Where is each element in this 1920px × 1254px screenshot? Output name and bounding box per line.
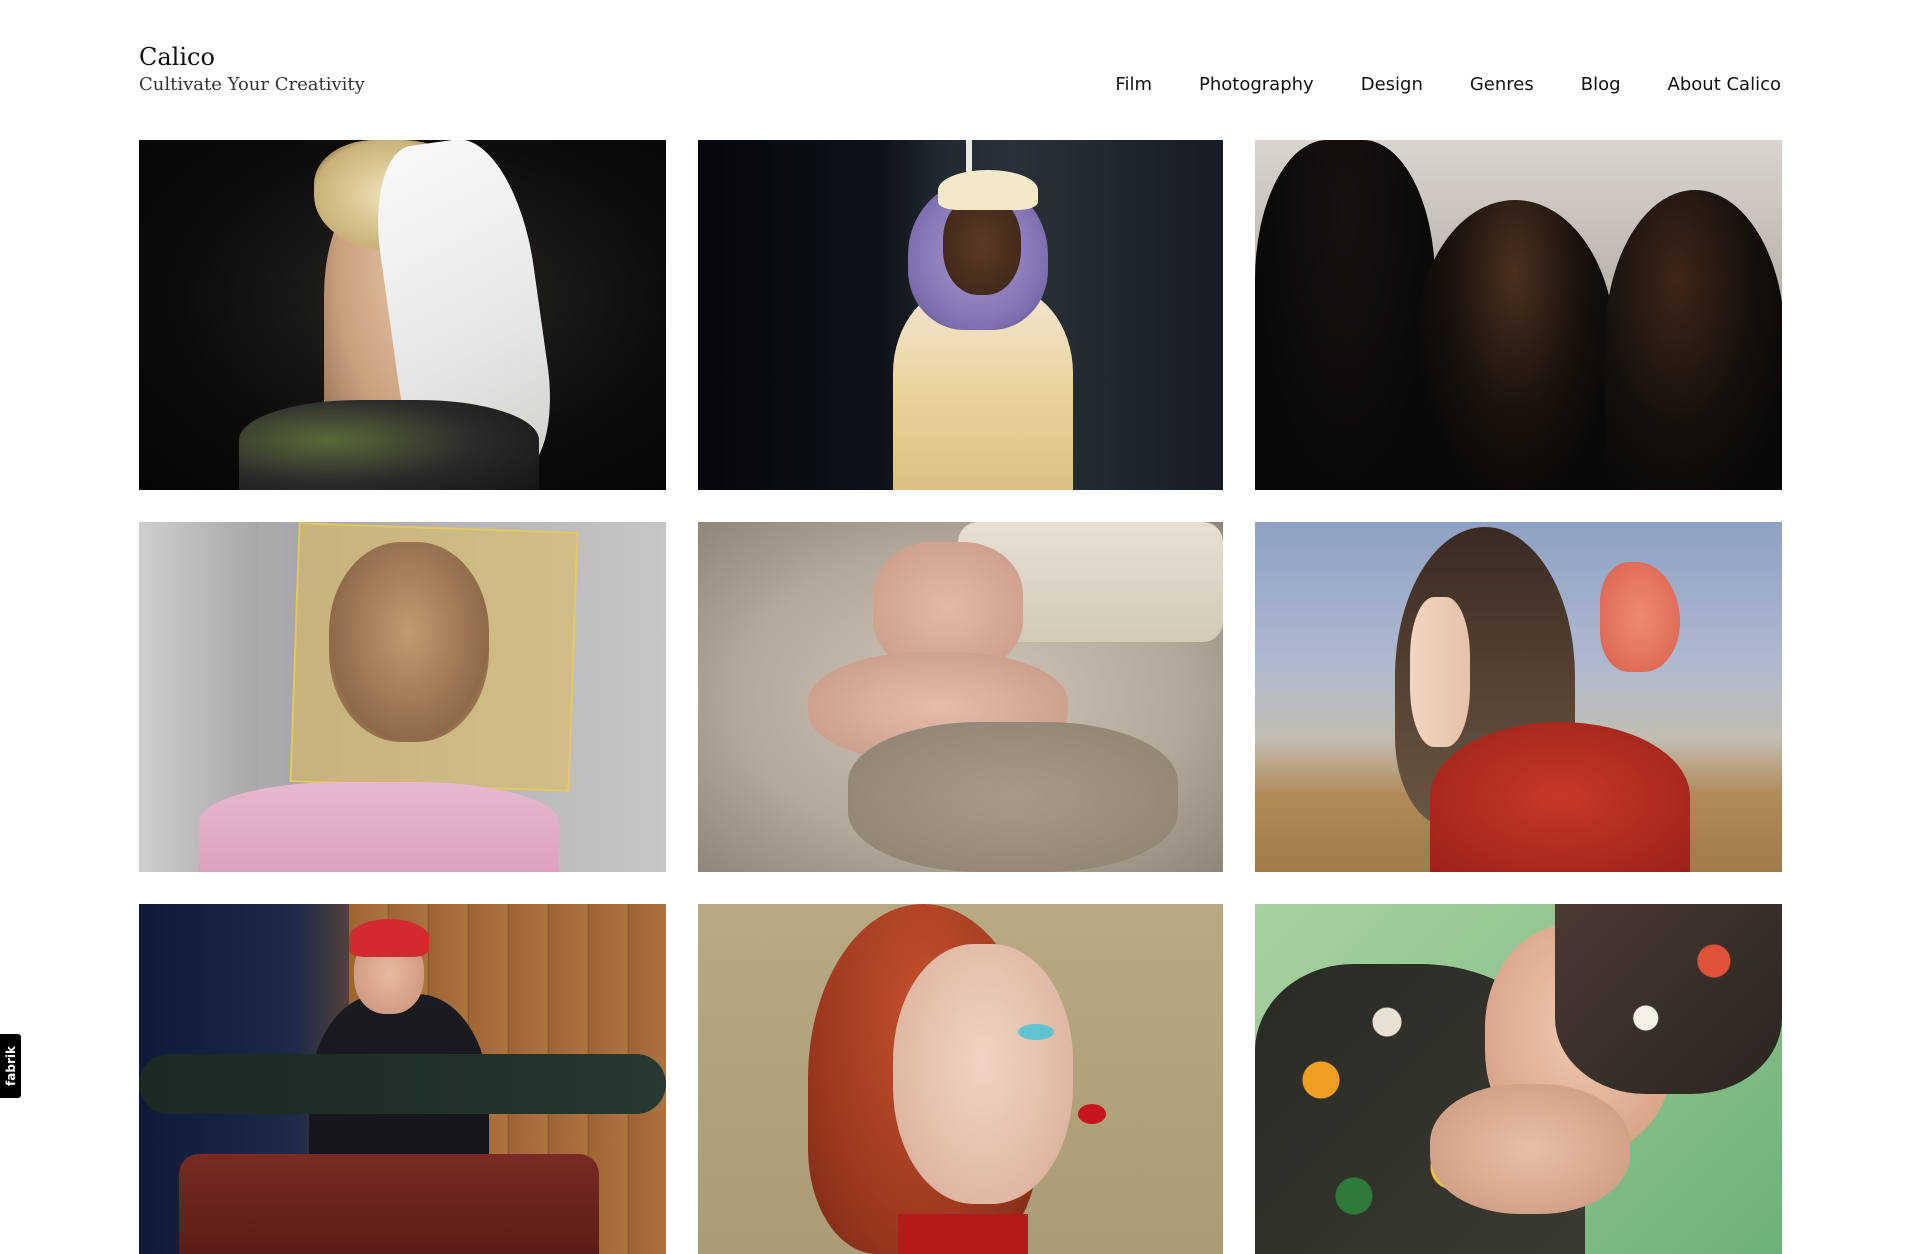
photo-red-coat [1430,722,1690,872]
fabrik-badge[interactable]: fabrik [0,1034,21,1098]
photo-face [1410,597,1470,747]
site-title[interactable]: Calico [139,42,365,72]
gallery-photo-floral-jacket[interactable] [1255,904,1782,1254]
photo-pink-jacket [199,782,559,872]
gallery-photo-red-hair[interactable] [698,904,1223,1254]
photo-face [329,542,489,742]
brand[interactable]: Calico Cultivate Your Creativity [139,42,365,98]
photo-woman-right [1605,190,1782,490]
nav-item-film[interactable]: Film [1115,72,1152,98]
gallery-photo-three-women[interactable] [1255,140,1782,490]
photo-red-cap [349,919,429,957]
photo-woman-center [1415,200,1615,490]
photo-bow [1600,562,1680,672]
nav-item-genres[interactable]: Genres [1470,72,1534,98]
site-header: Calico Cultivate Your Creativity Film Ph… [139,42,1781,102]
photo-face [893,944,1073,1204]
photo-cap [938,170,1038,210]
photo-woman-left [1255,140,1435,490]
main-nav: Film Photography Design Genres Blog Abou… [1115,72,1781,98]
photo-fluffy-sleeve [848,722,1178,872]
gallery-photo-yellow-frame[interactable] [139,522,666,872]
photo-red-collar [898,1214,1028,1254]
gallery-photo-knit-hands[interactable] [698,522,1223,872]
fabrik-badge-label: fabrik [3,1046,18,1086]
photo-lips [1078,1104,1106,1124]
photo-hand [1430,1084,1630,1214]
nav-item-photography[interactable]: Photography [1199,72,1314,98]
nav-item-blog[interactable]: Blog [1581,72,1621,98]
photo-eyeshadow [1018,1024,1054,1040]
nav-item-about[interactable]: About Calico [1668,72,1781,98]
photo-garment [239,400,539,490]
gallery-photo-pink-bow[interactable] [1255,522,1782,872]
nav-item-design[interactable]: Design [1361,72,1423,98]
photo-hat [1555,904,1782,1094]
photo-face [943,195,1021,295]
gallery-photo-red-cap[interactable] [139,904,666,1254]
gallery-photo-yellow-cap[interactable] [698,140,1223,490]
photo-chair [179,1154,599,1254]
gallery-grid [139,140,1782,1254]
gallery-photo-white-glove[interactable] [139,140,666,490]
site-tagline: Cultivate Your Creativity [139,74,365,95]
photo-arms [139,1054,666,1114]
